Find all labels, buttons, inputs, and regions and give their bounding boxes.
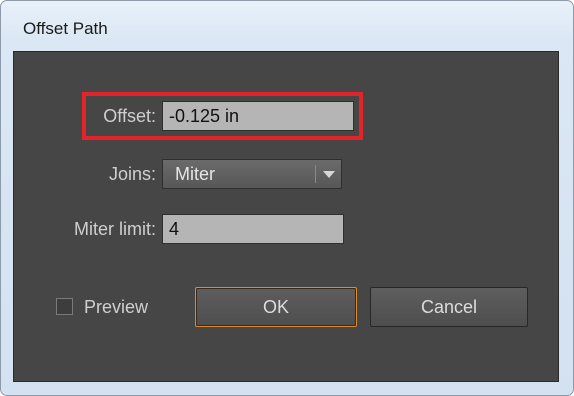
select-divider <box>315 165 316 183</box>
title-bar[interactable]: Offset Path <box>1 1 573 51</box>
offset-path-dialog: Offset Path Offset: Joins: Miter Miter l… <box>0 0 574 396</box>
chevron-down-icon <box>323 171 335 178</box>
miter-limit-input[interactable] <box>162 214 344 244</box>
joins-label: Joins: <box>108 164 156 184</box>
miter-limit-label: Miter limit: <box>74 219 156 239</box>
cancel-button[interactable]: Cancel <box>370 287 528 327</box>
offset-highlight-box <box>82 92 363 140</box>
dialog-title: Offset Path <box>23 19 108 38</box>
preview-checkbox[interactable] <box>56 298 73 315</box>
preview-label[interactable]: Preview <box>84 292 148 322</box>
joins-select[interactable]: Miter <box>162 159 342 189</box>
dialog-body: Offset: Joins: Miter Miter limit: Previe… <box>13 51 559 382</box>
joins-selected-value: Miter <box>175 164 215 184</box>
ok-button[interactable]: OK <box>195 287 357 327</box>
